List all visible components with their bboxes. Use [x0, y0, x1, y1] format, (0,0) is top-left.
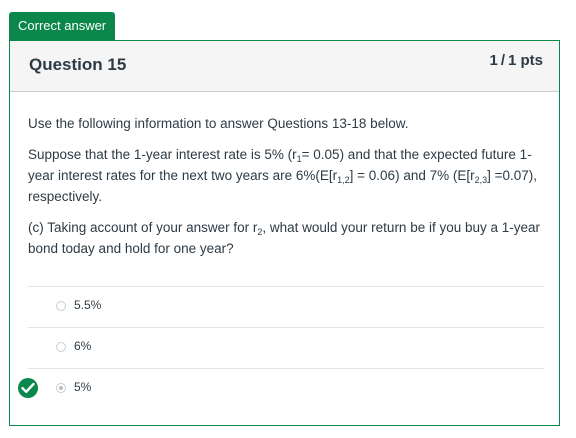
radio-button[interactable] — [56, 383, 66, 393]
answer-option[interactable]: 6% — [28, 327, 544, 368]
question-text: Use the following information to answer … — [28, 113, 544, 259]
prompt-text: (c) Taking account of your answer for r2… — [28, 220, 541, 256]
correct-check-icon — [18, 378, 38, 398]
question-title: Question 15 — [29, 55, 127, 74]
answer-list: 5.5% 6% 5% — [18, 286, 544, 409]
answer-option[interactable]: 5% — [18, 368, 544, 409]
scenario-text: Suppose that the 1-year interest rate is… — [28, 147, 538, 204]
answer-label: 5.5% — [74, 298, 102, 312]
radio-button[interactable] — [56, 301, 66, 311]
question-header: Question 15 1/1 pts — [10, 41, 559, 92]
answer-label: 5% — [74, 380, 92, 394]
points-earned: 1 — [489, 52, 498, 69]
radio-button[interactable] — [56, 342, 66, 352]
points-total: 1 pts — [507, 52, 543, 69]
intro-text: Use the following information to answer … — [28, 116, 409, 131]
question-points: 1/1 pts — [489, 52, 543, 69]
answer-label: 6% — [74, 339, 92, 353]
status-badge: Correct answer — [9, 12, 116, 40]
answer-option[interactable]: 5.5% — [28, 286, 544, 327]
